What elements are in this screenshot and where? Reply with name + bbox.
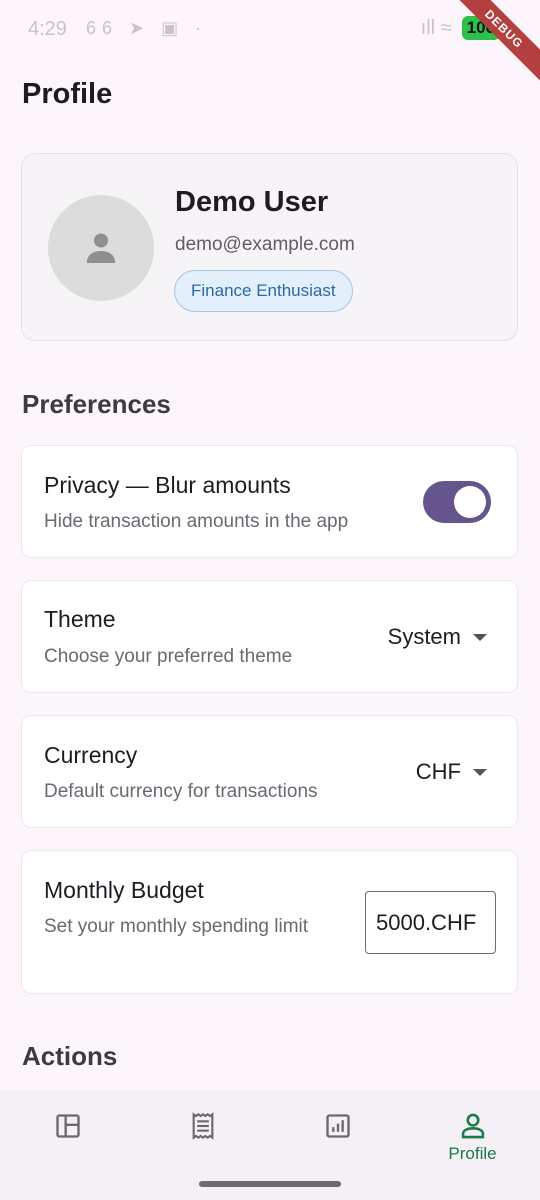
page-title: Profile (22, 78, 113, 110)
currency-title: Currency (44, 742, 138, 768)
budget-title: Monthly Budget (44, 877, 204, 903)
budget-subtitle: Set your monthly spending limit (44, 916, 309, 937)
person-icon (86, 233, 116, 263)
nav-item-transactions[interactable] (135, 1090, 270, 1170)
profile-card: Demo User demo@example.com Finance Enthu… (21, 153, 518, 341)
privacy-setting-card[interactable]: Privacy — Blur amounts Hide transaction … (21, 445, 518, 558)
budget-setting-card: Monthly Budget Set your monthly spending… (21, 850, 518, 994)
theme-dropdown-value: System (387, 624, 461, 649)
nav-item-dashboard[interactable] (0, 1090, 135, 1170)
signal-wifi-icons: ıll ≈ (420, 16, 452, 39)
theme-subtitle: Choose your preferred theme (44, 646, 293, 667)
actions-section-title: Actions (22, 1041, 118, 1071)
currency-setting-card: Currency Default currency for transactio… (21, 715, 518, 828)
monthly-budget-input[interactable]: 5000.CHF (365, 891, 496, 954)
chart-icon (325, 1114, 350, 1138)
theme-title: Theme (44, 606, 116, 632)
status-time: 4:29 (28, 18, 67, 40)
privacy-subtitle: Hide transaction amounts in the app (44, 511, 349, 532)
theme-dropdown[interactable]: System (388, 624, 487, 650)
currency-dropdown[interactable]: CHF (416, 759, 487, 785)
preferences-section-title: Preferences (22, 389, 171, 419)
chevron-down-icon (473, 633, 487, 641)
toggle-knob (454, 486, 486, 518)
user-name: Demo User (175, 186, 329, 218)
blur-amounts-toggle[interactable] (423, 481, 491, 523)
avatar (48, 195, 154, 301)
nav-label-profile: Profile (448, 1144, 497, 1163)
user-email: demo@example.com (175, 234, 355, 255)
nav-item-analytics[interactable] (270, 1090, 405, 1170)
receipt-icon (192, 1112, 213, 1140)
theme-setting-card: Theme Choose your preferred theme System (21, 580, 518, 693)
profile-icon (461, 1113, 484, 1139)
home-indicator[interactable] (199, 1181, 341, 1187)
status-bar: 4:29 66 ➤ ▣ · ıll ≈ 100 (0, 0, 540, 60)
nav-item-profile[interactable]: Profile (405, 1090, 540, 1170)
status-notification-icons: 66 ➤ ▣ · (86, 18, 208, 38)
currency-subtitle: Default currency for transactions (44, 781, 318, 802)
privacy-title: Privacy — Blur amounts (44, 472, 291, 498)
currency-dropdown-value: CHF (415, 759, 461, 784)
dashboard-icon (55, 1114, 80, 1138)
chevron-down-icon (473, 768, 487, 776)
user-badge: Finance Enthusiast (174, 270, 353, 312)
